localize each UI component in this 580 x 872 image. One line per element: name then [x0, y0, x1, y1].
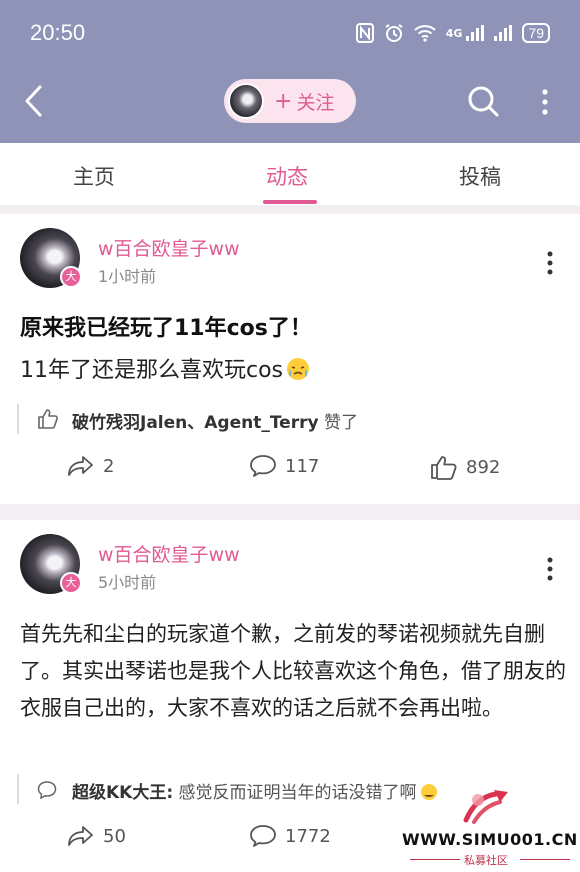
- liked-by-text: 破竹残羽Jalen、Agent_Terry 赞了: [72, 408, 358, 433]
- post-title: 原来我已经玩了11年cos了！: [20, 316, 312, 341]
- comment-author[interactable]: 超级KK大王:: [72, 783, 173, 803]
- post-body: 首先先和尘白的玩家道个歉，之前发的琴诺视频就先自删了。其实出琴诺也是我个人比较喜…: [20, 622, 566, 720]
- tab-submissions[interactable]: 投稿: [459, 161, 501, 191]
- search-icon[interactable]: [466, 84, 500, 118]
- comment-content: 感觉反而证明当年的话没错了啊: [173, 783, 417, 803]
- signal-icon-2: [494, 25, 513, 41]
- more-options-icon[interactable]: [544, 250, 556, 276]
- share-count: 50: [103, 825, 126, 847]
- follow-button[interactable]: + 关注: [224, 79, 356, 123]
- nfc-icon: [355, 23, 374, 43]
- post-time: 5小时前: [98, 573, 157, 592]
- author-name[interactable]: w百合欧皇子ww: [98, 540, 240, 567]
- signal-icon-1: [466, 25, 485, 41]
- alarm-icon: [385, 24, 403, 42]
- divider: [520, 859, 570, 860]
- comment-count: 1772: [285, 825, 331, 847]
- watermark: WWW.SIMU001.CN 私募社区: [402, 786, 578, 870]
- divider: [0, 504, 580, 520]
- liked-by-suffix: 赞了: [318, 413, 358, 433]
- share-icon: [68, 456, 93, 476]
- comment-count: 117: [285, 455, 320, 477]
- thumbs-up-icon: [431, 456, 457, 480]
- share-icon: [68, 826, 93, 846]
- back-icon[interactable]: [20, 83, 50, 119]
- author-name[interactable]: w百合欧皇子ww: [98, 234, 240, 261]
- status-bar: 20:50 4G 79: [0, 0, 580, 66]
- comment-icon: [250, 825, 276, 847]
- post-body-text: 11年了还是那么喜欢玩cos: [20, 358, 284, 383]
- like-count: 892: [466, 456, 501, 478]
- profile-tabs: 主页 动态 投稿: [0, 143, 580, 205]
- status-time: 20:50: [30, 20, 86, 45]
- comment-button[interactable]: 117: [249, 454, 319, 478]
- tab-home[interactable]: 主页: [73, 161, 115, 191]
- crying-emoji-icon: [287, 358, 310, 380]
- network-type: 4G: [445, 26, 463, 40]
- comment-icon: [250, 455, 276, 477]
- tab-active-indicator: [263, 200, 317, 204]
- top-comment-text: 超级KK大王: 感觉反而证明当年的话没错了啊: [72, 778, 439, 803]
- liked-by-row[interactable]: 破竹残羽Jalen、Agent_Terry 赞了: [17, 404, 557, 434]
- divider: [410, 859, 460, 860]
- more-options-icon[interactable]: [544, 556, 556, 582]
- watermark-logo-icon: [463, 790, 508, 824]
- level-badge: 大: [60, 266, 82, 288]
- follow-label: 关注: [296, 91, 335, 114]
- level-badge: 大: [60, 572, 82, 594]
- divider: [0, 205, 580, 214]
- post-actions: 2 117 892: [0, 454, 580, 484]
- share-button[interactable]: 50: [67, 824, 126, 848]
- watermark-sub: 私募社区: [464, 854, 508, 867]
- top-bar: 20:50 4G 79 + 关注: [0, 0, 580, 143]
- liked-by-users[interactable]: 破竹残羽Jalen、Agent_Terry: [72, 413, 319, 433]
- tab-activity[interactable]: 动态: [266, 161, 308, 191]
- more-options-icon[interactable]: [538, 88, 552, 116]
- plus-icon: +: [274, 88, 293, 114]
- wifi-icon: [414, 25, 436, 42]
- comment-icon: [37, 781, 57, 800]
- post-card[interactable]: 大 w百合欧皇子ww 1小时前 原来我已经玩了11年cos了！ 11年了还是那么…: [0, 214, 580, 504]
- comment-button[interactable]: 1772: [249, 824, 331, 848]
- status-icons: 4G 79: [355, 21, 550, 45]
- like-button[interactable]: 892: [430, 454, 500, 480]
- share-count: 2: [103, 455, 115, 477]
- watermark-site: WWW.SIMU001.CN: [402, 830, 578, 849]
- post-time: 1小时前: [98, 267, 157, 286]
- nav-row: + 关注: [0, 66, 580, 143]
- share-button[interactable]: 2: [67, 454, 114, 478]
- thumbs-up-icon: [38, 409, 58, 429]
- avatar: [228, 83, 264, 119]
- battery-icon: 79: [522, 23, 550, 43]
- post-body: 11年了还是那么喜欢玩cos: [20, 352, 311, 384]
